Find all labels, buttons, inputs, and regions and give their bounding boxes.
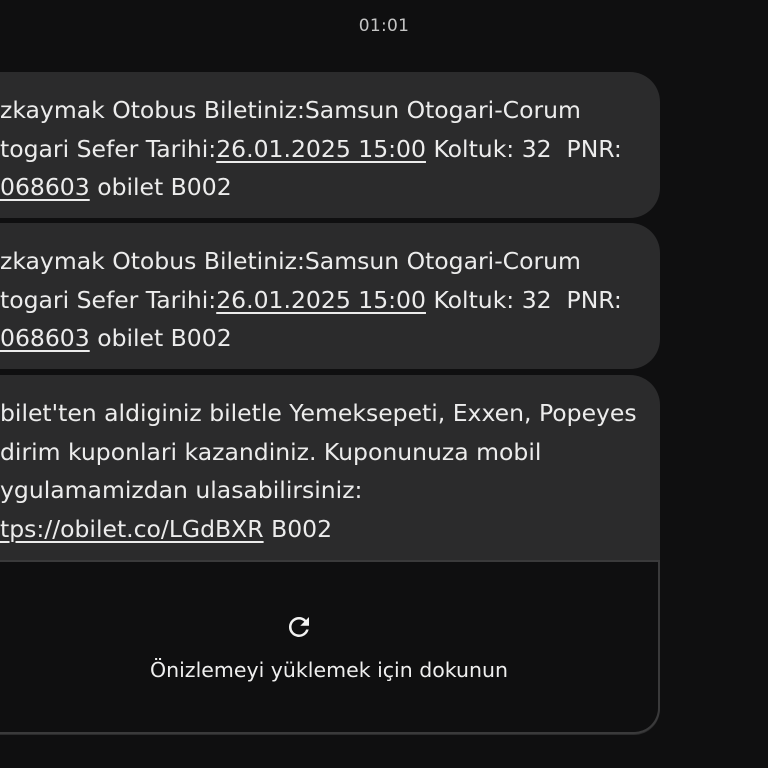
pnr-link[interactable]: 068603 [0, 173, 90, 201]
refresh-icon [288, 617, 309, 637]
message-line: dirim kuponlari kazandiniz. Kuponunuza m… [0, 433, 630, 472]
date-link[interactable]: 26.01.2025 15:00 [216, 135, 426, 163]
preview-hint: Önizlemeyi yüklemek için dokunun [149, 658, 509, 682]
message-text: obilet B002 [89, 324, 232, 352]
message-text: togari Sefer Tarihi: [0, 134, 217, 163]
message-text: zkaymak Otobus Biletiniz:Samsun Otogari-… [0, 96, 581, 124]
message-line: ygulamamizdan ulasabilirsiniz: [0, 471, 630, 510]
message-timestamp: 01:01 [358, 16, 410, 36]
message-text: obilet B002 [89, 173, 232, 201]
link-preview-card[interactable]: Önizlemeyi yüklemek için dokunun [0, 560, 660, 734]
message-line: tps://obilet.co/LGdBXR B002 [0, 510, 630, 549]
date-link[interactable]: 26.01.2025 15:00 [216, 286, 426, 314]
pnr-link[interactable]: 068603 [0, 324, 90, 352]
message-bubble[interactable]: zkaymak Otobus Biletiniz:Samsun Otogari-… [0, 223, 660, 369]
message-text: togari Sefer Tarihi: [0, 285, 217, 314]
message-line: zkaymak Otobus Biletiniz:Samsun Otogari-… [0, 91, 630, 130]
url-link[interactable]: tps://obilet.co/LGdBXR [0, 515, 264, 543]
message-line: 068603 obilet B002 [0, 319, 630, 358]
message-line: bilet'ten aldiginiz biletle Yemeksepeti,… [0, 394, 637, 433]
message-text: bilet'ten aldiginiz biletle Yemeksepeti,… [0, 399, 637, 427]
message-line: zkaymak Otobus Biletiniz:Samsun Otogari-… [0, 242, 630, 281]
message-line: 068603 obilet B002 [0, 168, 630, 207]
message-line: togari Sefer Tarihi:26.01.2025 15:00 Kol… [0, 281, 630, 320]
message-text: B002 [263, 514, 333, 543]
message-line: togari Sefer Tarihi:26.01.2025 15:00 Kol… [0, 130, 630, 169]
conversation-screen: 01:01 zkaymak Otobus Biletiniz:Samsun Ot… [0, 0, 768, 768]
message-text: ygulamamizdan ulasabilirsiniz: [0, 476, 363, 504]
message-text: zkaymak Otobus Biletiniz:Samsun Otogari-… [0, 247, 581, 275]
message-text: dirim kuponlari kazandiniz. Kuponunuza m… [0, 437, 542, 466]
message-bubble[interactable]: zkaymak Otobus Biletiniz:Samsun Otogari-… [0, 72, 660, 218]
message-text: Koltuk: 32 PNR: [425, 285, 622, 314]
message-text: Koltuk: 32 PNR: [425, 134, 622, 163]
